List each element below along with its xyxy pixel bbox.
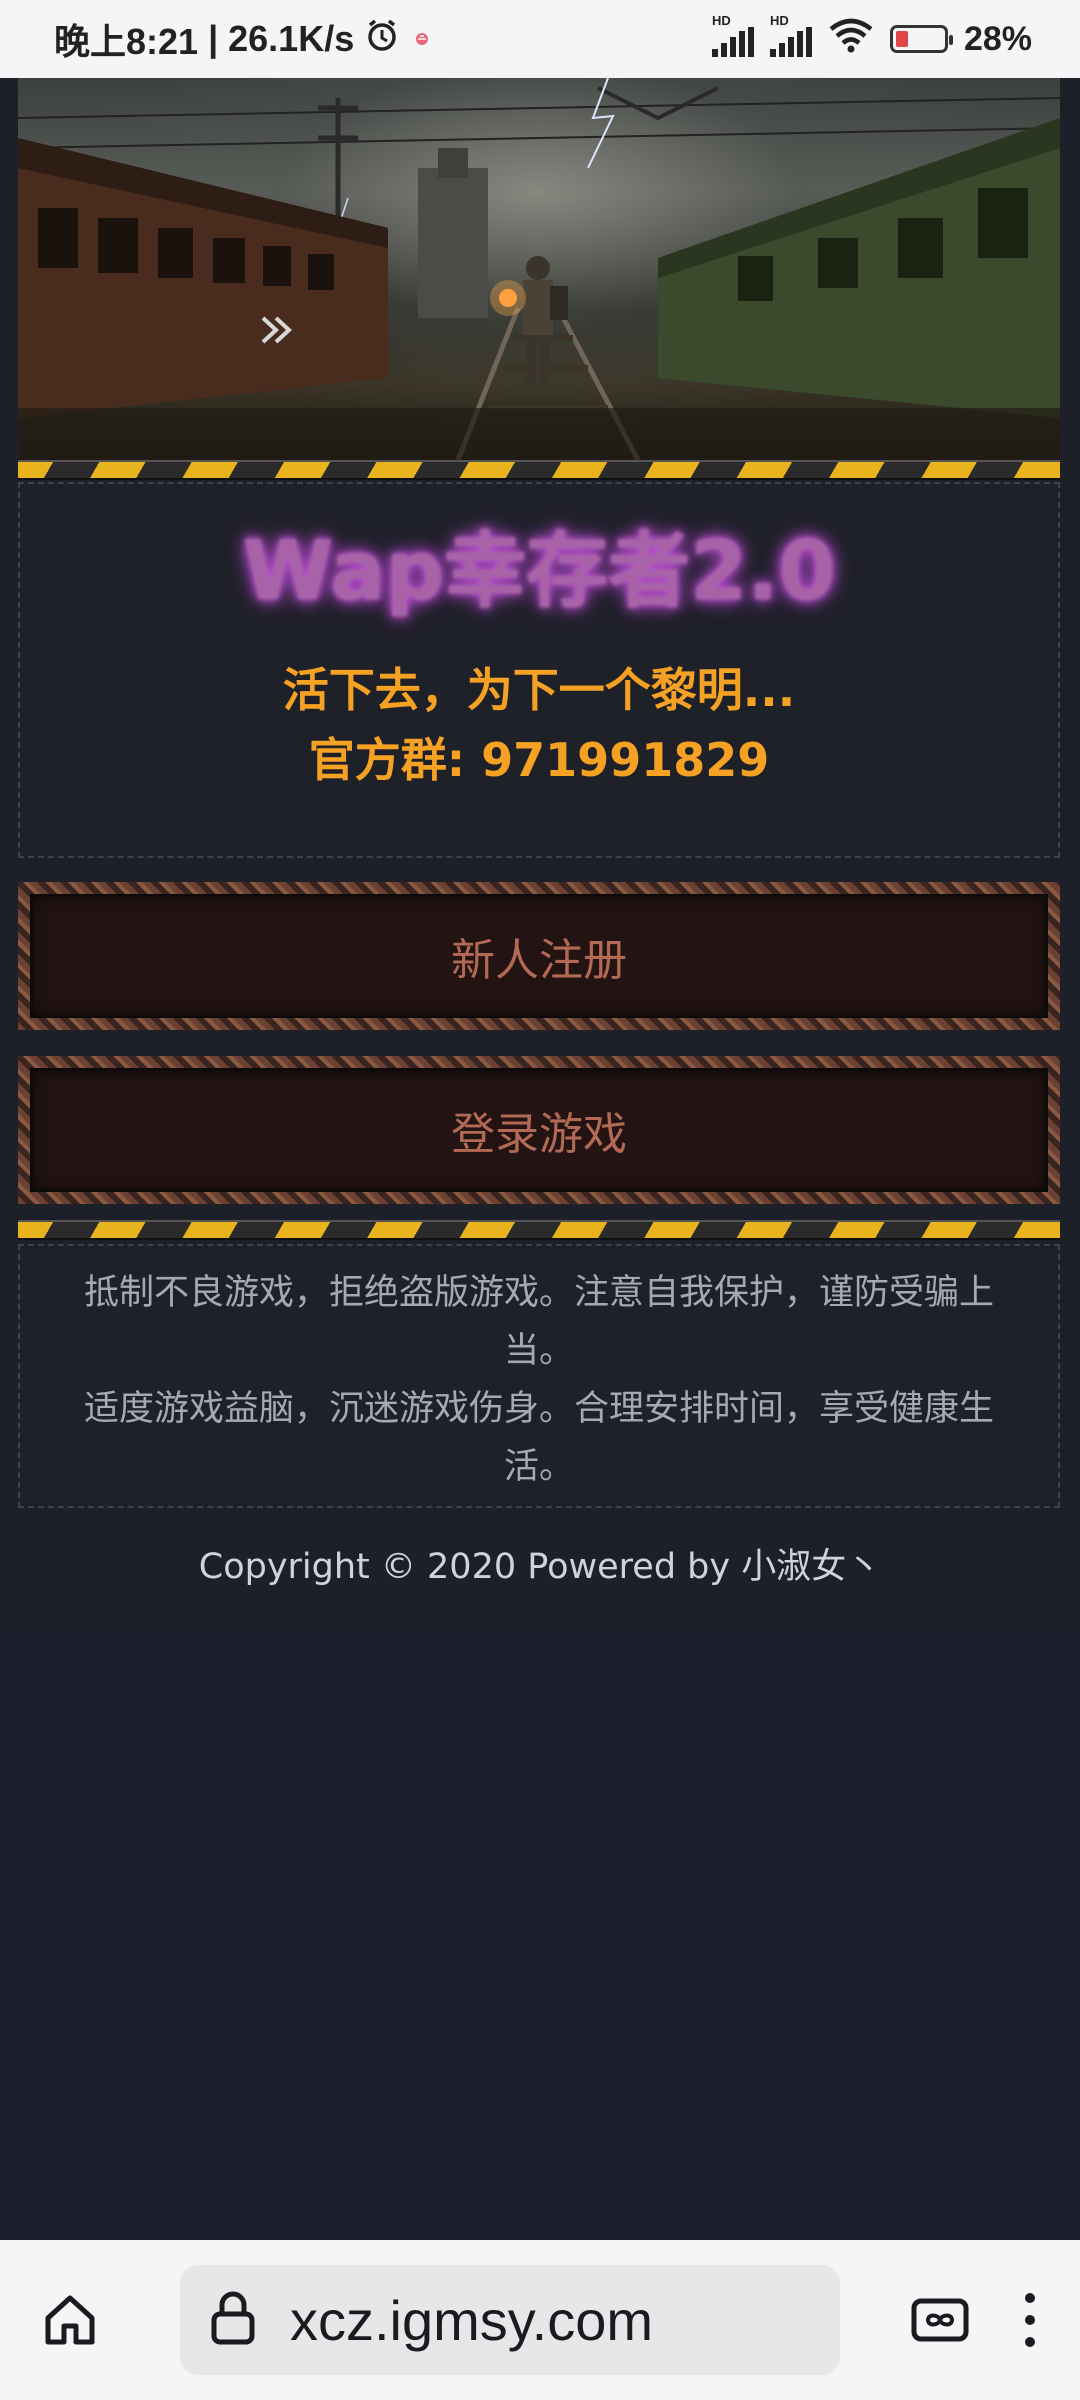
status-bar: 晚上8:21 | 26.1K/s HD HD 28% — [0, 0, 1080, 78]
tabs-icon[interactable] — [900, 2280, 980, 2360]
battery-icon — [889, 25, 953, 53]
copyright-text: Copyright © 2020 Powered by 小淑女丶 — [198, 1547, 882, 1587]
official-group: 官方群: 971991829 — [308, 733, 770, 787]
hazard-stripe-bottom — [18, 1220, 1060, 1240]
status-speed: 26.1K/s — [228, 18, 355, 59]
login-button-label: 登录游戏 — [451, 1109, 627, 1160]
signal-icon: HD — [769, 13, 812, 57]
empty-area — [0, 1630, 1080, 2240]
notification-icon — [410, 18, 434, 60]
banner-image — [18, 78, 1060, 460]
notice-panel: 抵制不良游戏，拒绝盗版游戏。注意自我保护，谨防受骗上当。 适度游戏益脑，沉迷游戏… — [18, 1244, 1060, 1508]
register-button[interactable]: 新人注册 — [18, 882, 1060, 1030]
signal-icon: HD — [711, 13, 754, 57]
more-icon[interactable] — [1010, 2280, 1050, 2360]
home-icon[interactable] — [30, 2280, 110, 2360]
url-text: xcz.igmsy.com — [290, 2288, 653, 2352]
notice-line-2: 适度游戏益脑，沉迷游戏伤身。合理安排时间，享受健康生活。 — [83, 1389, 994, 1487]
alarm-icon — [364, 17, 400, 62]
status-time: 晚上8:21 — [54, 21, 199, 62]
register-button-label: 新人注册 — [451, 935, 627, 986]
notice-line-1: 抵制不良游戏，拒绝盗版游戏。注意自我保护，谨防受骗上当。 — [83, 1273, 994, 1371]
browser-toolbar: xcz.igmsy.com — [0, 2240, 1080, 2400]
address-bar[interactable]: xcz.igmsy.com — [180, 2265, 840, 2375]
title-panel: Wap幸存者2.0 活下去，为下一个黎明... 官方群: 971991829 — [18, 482, 1060, 858]
wifi-icon — [828, 17, 874, 62]
battery-percent: 28% — [963, 19, 1032, 58]
lock-icon — [210, 2290, 256, 2350]
game-page: Wap幸存者2.0 活下去，为下一个黎明... 官方群: 971991829 新… — [0, 78, 1080, 1630]
hazard-stripe-top — [18, 460, 1060, 480]
status-left: 晚上8:21 | 26.1K/s — [54, 13, 434, 65]
status-divider: | — [208, 18, 219, 59]
game-slogan: 活下去，为下一个黎明... — [282, 663, 796, 717]
game-title: Wap幸存者2.0 — [242, 524, 836, 619]
login-button[interactable]: 登录游戏 — [18, 1056, 1060, 1204]
status-right: HD HD 28% — [711, 13, 1032, 62]
